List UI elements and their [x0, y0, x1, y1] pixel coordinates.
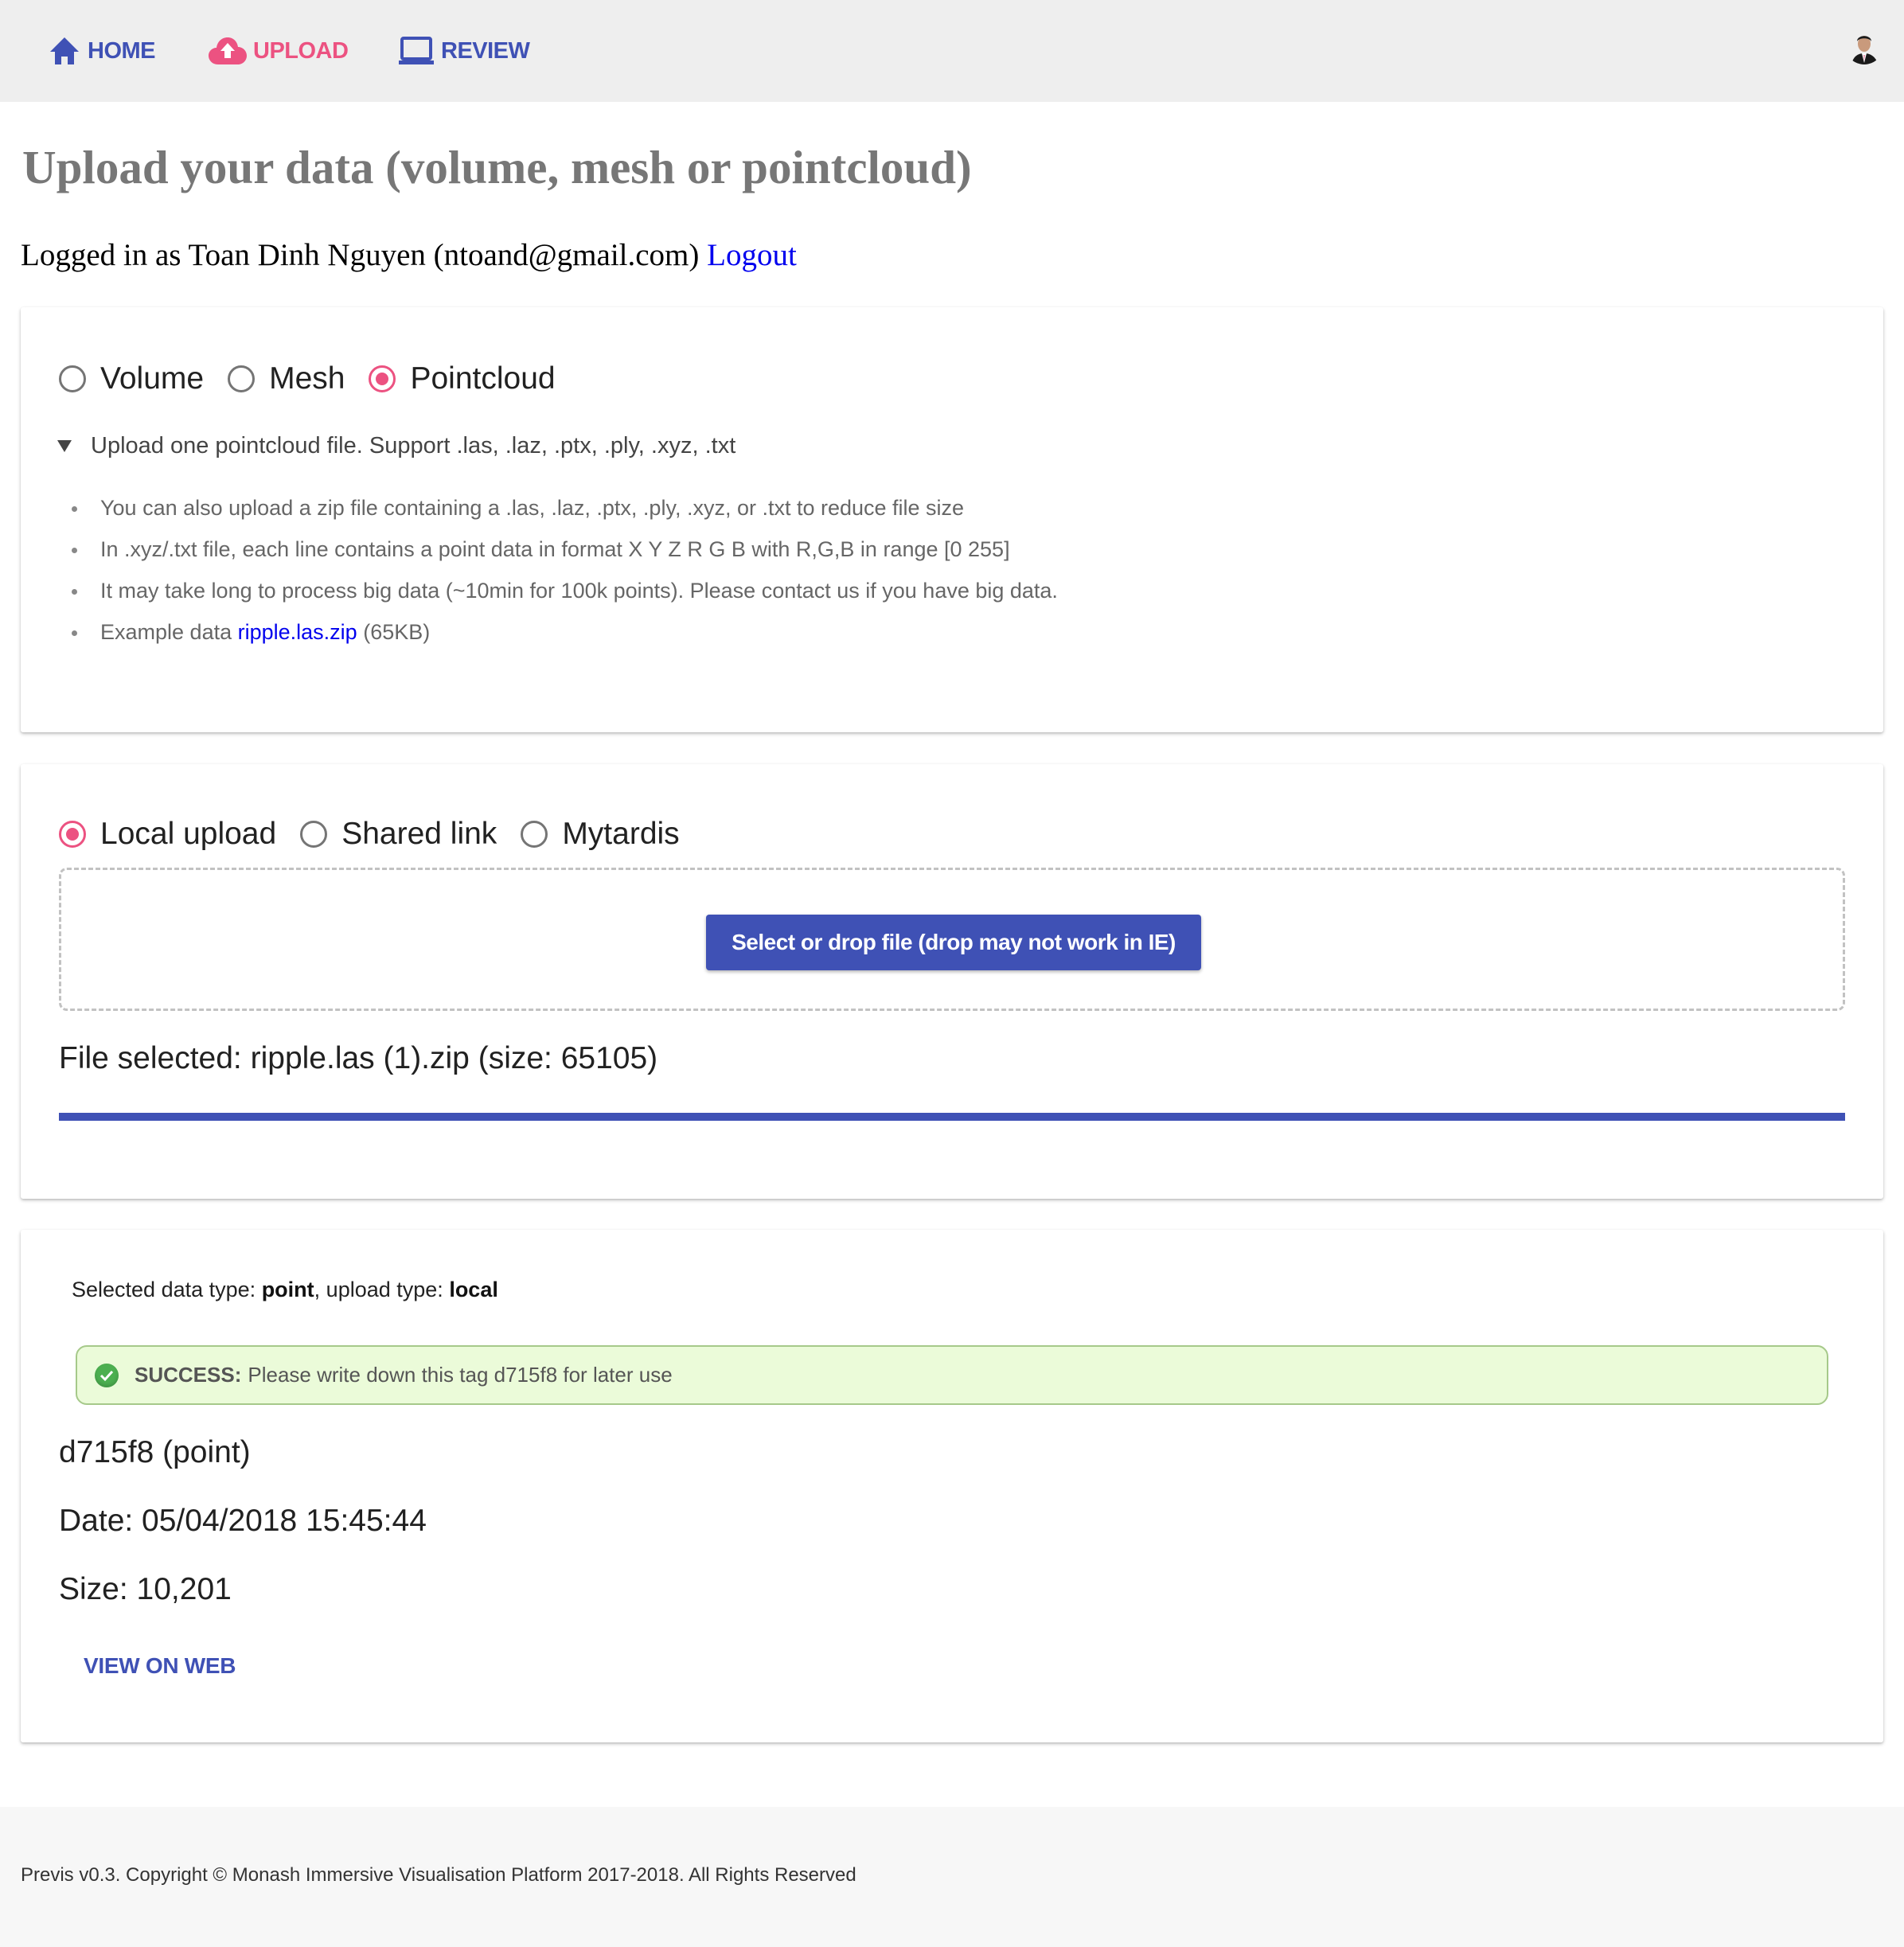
- caret-down-icon: [57, 440, 72, 452]
- details-summary-text: Upload one pointcloud file. Support .las…: [91, 433, 736, 458]
- nav-review[interactable]: REVIEW: [398, 32, 530, 70]
- data-type-card: Volume Mesh Pointcloud Upload one pointc…: [21, 307, 1883, 732]
- radio-pointcloud-button[interactable]: [369, 365, 396, 392]
- radio-local-upload-label: Local upload: [100, 817, 277, 851]
- result-size: Size: 10,201: [59, 1572, 232, 1606]
- radio-mesh[interactable]: Mesh: [228, 361, 345, 396]
- selected-upload-type: local: [449, 1278, 498, 1301]
- laptop-icon: [398, 37, 435, 65]
- radio-shared-link-button[interactable]: [300, 821, 328, 848]
- file-selected-text: File selected: ripple.las (1).zip (size:…: [59, 1041, 658, 1075]
- upload-progress-fill: [59, 1113, 1845, 1121]
- alert-title: SUCCESS:: [135, 1363, 242, 1387]
- check-circle-icon: [95, 1363, 119, 1387]
- alert-message: Please write down this tag d715f8 for la…: [248, 1363, 673, 1387]
- radio-mytardis-label: Mytardis: [562, 817, 680, 851]
- nav-home[interactable]: HOME: [48, 32, 156, 70]
- top-nav-bar: HOME UPLOAD REVIEW: [0, 0, 1904, 102]
- cloud-upload-icon: [209, 37, 247, 65]
- radio-pointcloud[interactable]: Pointcloud: [369, 361, 556, 396]
- radio-shared-link[interactable]: Shared link: [300, 817, 497, 852]
- list-item: Example data ripple.las.zip (65KB): [67, 611, 1058, 653]
- result-tag: d715f8 (point): [59, 1435, 251, 1469]
- upload-card: Local upload Shared link Mytardis Select…: [21, 764, 1883, 1199]
- user-avatar[interactable]: [1845, 26, 1883, 64]
- upload-progress-bar: [59, 1113, 1845, 1121]
- nav-upload[interactable]: UPLOAD: [209, 32, 349, 70]
- upload-type-prefix: , upload type:: [314, 1278, 443, 1301]
- selected-type-prefix: Selected data type:: [72, 1278, 256, 1301]
- login-status: Logged in as Toan Dinh Nguyen (ntoand@gm…: [21, 237, 797, 273]
- radio-local-upload-button[interactable]: [59, 821, 86, 848]
- select-file-button[interactable]: Select or drop file (drop may not work i…: [706, 915, 1201, 970]
- radio-mesh-button[interactable]: [228, 365, 256, 392]
- example-data-link[interactable]: ripple.las.zip: [238, 620, 357, 644]
- result-date: Date: 05/04/2018 15:45:44: [59, 1504, 427, 1538]
- upload-type-radio-group: Local upload Shared link Mytardis: [59, 817, 704, 852]
- login-text: Logged in as Toan Dinh Nguyen (ntoand@gm…: [21, 238, 700, 272]
- info-list: You can also upload a zip file containin…: [67, 487, 1058, 653]
- list-item: You can also upload a zip file containin…: [67, 487, 1058, 529]
- footer-copyright: Previs v0.3. Copyright © Monash Immersiv…: [21, 1864, 856, 1886]
- page-title: Upload your data (volume, mesh or pointc…: [22, 141, 972, 193]
- result-card: Selected data type: point, upload type: …: [21, 1230, 1883, 1742]
- radio-pointcloud-label: Pointcloud: [410, 361, 556, 396]
- example-prefix: Example data: [100, 620, 232, 644]
- footer: Previs v0.3. Copyright © Monash Immersiv…: [0, 1807, 1904, 1947]
- radio-shared-link-label: Shared link: [341, 817, 497, 851]
- radio-mesh-label: Mesh: [269, 361, 345, 396]
- nav-home-label: HOME: [88, 37, 156, 64]
- data-type-radio-group: Volume Mesh Pointcloud: [59, 361, 579, 396]
- logout-link[interactable]: Logout: [707, 238, 797, 272]
- example-size: (65KB): [363, 620, 431, 644]
- details-summary[interactable]: Upload one pointcloud file. Support .las…: [57, 433, 735, 459]
- home-icon: [48, 36, 81, 66]
- success-alert: SUCCESS: Please write down this tag d715…: [76, 1345, 1828, 1405]
- view-on-web-button[interactable]: VIEW ON WEB: [84, 1653, 236, 1679]
- radio-mytardis[interactable]: Mytardis: [521, 817, 680, 852]
- nav-upload-label: UPLOAD: [253, 37, 349, 64]
- file-dropzone[interactable]: Select or drop file (drop may not work i…: [59, 868, 1845, 1011]
- radio-local-upload[interactable]: Local upload: [59, 817, 276, 852]
- list-item: It may take long to process big data (~1…: [67, 570, 1058, 611]
- selected-data-type: point: [261, 1278, 314, 1301]
- radio-mytardis-button[interactable]: [521, 821, 548, 848]
- radio-volume-label: Volume: [100, 361, 205, 396]
- radio-volume-button[interactable]: [59, 365, 86, 392]
- list-item: In .xyz/.txt file, each line contains a …: [67, 529, 1058, 570]
- radio-volume[interactable]: Volume: [59, 361, 204, 396]
- nav-review-label: REVIEW: [441, 37, 530, 64]
- selected-type-text: Selected data type: point, upload type: …: [72, 1278, 498, 1302]
